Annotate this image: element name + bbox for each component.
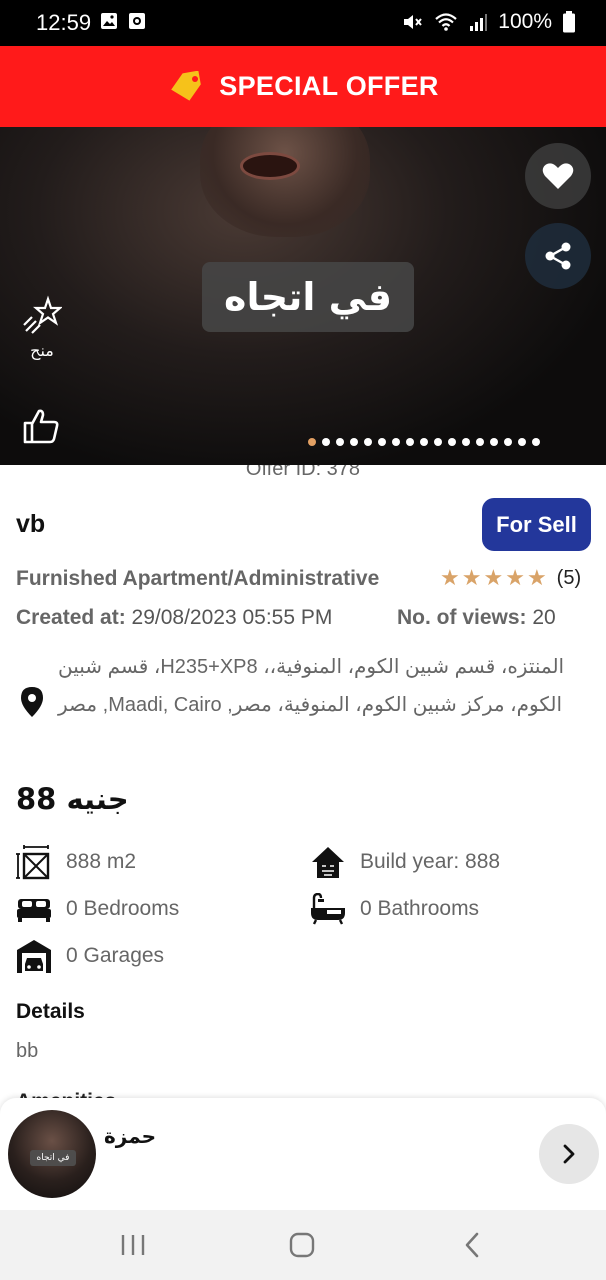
- video-frame-mouth: [240, 152, 300, 180]
- carousel-dot[interactable]: [350, 438, 358, 446]
- signal-icon: [470, 14, 488, 31]
- carousel-dot[interactable]: [490, 438, 498, 446]
- bathrooms-value: 0 Bathrooms: [360, 897, 480, 920]
- for-sell-badge[interactable]: For Sell: [482, 498, 591, 551]
- created-at: Created at: 29/08/2023 05:55 PM: [16, 606, 332, 630]
- home-icon: [289, 1232, 315, 1258]
- feature-area: 888 m2: [16, 844, 136, 880]
- status-bar: 12:59 100%: [0, 0, 606, 46]
- grant-button[interactable]: منح: [22, 295, 62, 360]
- heart-icon: [542, 163, 574, 189]
- feature-bedrooms: 0 Bedrooms: [16, 891, 179, 927]
- carousel-dot[interactable]: [322, 438, 330, 446]
- created-label: Created at:: [16, 606, 126, 629]
- views-value: 20: [532, 606, 556, 629]
- battery-icon: [563, 11, 575, 33]
- star-icon: ★: [483, 565, 504, 590]
- carousel-dots[interactable]: [308, 438, 540, 446]
- grant-label: منح: [30, 341, 54, 360]
- thumbs-up-icon: [23, 409, 59, 444]
- feature-build-year: Build year: 888: [310, 844, 500, 880]
- home-button[interactable]: [282, 1228, 322, 1262]
- wifi-icon: [435, 13, 458, 31]
- tag-icon: [171, 70, 202, 101]
- created-value: 29/08/2023 05:55 PM: [131, 606, 333, 629]
- avatar-caption: في اتجاه: [30, 1150, 76, 1166]
- owner-name: حمزة: [104, 1124, 157, 1148]
- like-button[interactable]: [22, 407, 60, 445]
- garages-value: 0 Garages: [66, 944, 165, 967]
- offer-id-text: Offer ID: 378: [245, 465, 361, 480]
- location-pin-icon: [21, 687, 43, 717]
- area-icon: [16, 844, 52, 880]
- system-nav-bar: [0, 1210, 606, 1280]
- camera-icon: [129, 13, 145, 29]
- share-button[interactable]: [525, 223, 591, 289]
- carousel-dot[interactable]: [448, 438, 456, 446]
- build-year-value: Build year: 888: [360, 850, 501, 873]
- star-icon: ★: [526, 565, 547, 590]
- status-right: 100%: [402, 10, 576, 34]
- carousel-dot[interactable]: [308, 438, 316, 446]
- owner-card[interactable]: في اتجاه حمزة: [0, 1098, 606, 1210]
- details-heading: Details: [16, 1000, 85, 1023]
- area-value: 888 m2: [66, 850, 137, 873]
- mute-icon: [404, 15, 423, 29]
- offer-title: vb: [16, 510, 46, 538]
- carousel-dot[interactable]: [336, 438, 344, 446]
- feature-garages: 0 Garages: [16, 938, 164, 974]
- media-carousel[interactable]: في اتجاه منح: [0, 127, 606, 465]
- details-text: bb: [16, 1040, 39, 1062]
- address-text: المنتزه، قسم شبين الكوم، المنوفية،، H235…: [58, 656, 565, 716]
- carousel-dot[interactable]: [364, 438, 372, 446]
- gallery-icon: [101, 13, 117, 29]
- favorite-button[interactable]: [525, 143, 591, 209]
- star-icon: ★: [440, 565, 460, 590]
- back-icon: [465, 1232, 479, 1258]
- recents-button[interactable]: [113, 1228, 153, 1262]
- offer-id: Offer ID: 378: [0, 465, 606, 487]
- special-offer-banner: SPECIAL OFFER: [0, 46, 606, 127]
- offer-category: Furnished Apartment/Administrative: [16, 567, 380, 590]
- carousel-dot[interactable]: [434, 438, 442, 446]
- carousel-dot[interactable]: [462, 438, 470, 446]
- views-count: No. of views: 20: [397, 606, 556, 630]
- bathtub-icon: [310, 891, 346, 927]
- carousel-dot[interactable]: [406, 438, 414, 446]
- bedrooms-value: 0 Bedrooms: [66, 897, 180, 920]
- special-offer-label: SPECIAL OFFER: [219, 71, 439, 101]
- carousel-dot[interactable]: [504, 438, 512, 446]
- star-icon: ★: [461, 565, 482, 590]
- carousel-dot[interactable]: [392, 438, 400, 446]
- video-caption-text: في اتجاه: [224, 275, 392, 319]
- price: 88 جنيه: [16, 782, 129, 816]
- garage-icon: [16, 938, 52, 974]
- video-frame-face: [200, 127, 370, 237]
- open-owner-button[interactable]: [539, 1124, 599, 1184]
- bed-icon: [16, 891, 52, 927]
- carousel-dot[interactable]: [378, 438, 386, 446]
- rating[interactable]: ★ ★ ★ ★ ★ (5): [440, 566, 581, 590]
- recents-icon: [121, 1235, 145, 1255]
- feature-bathrooms: 0 Bathrooms: [310, 891, 479, 927]
- star-icon: ★: [505, 565, 525, 590]
- back-button[interactable]: [452, 1228, 492, 1262]
- views-label: No. of views:: [397, 606, 527, 629]
- chevron-right-icon: [563, 1144, 575, 1164]
- carousel-dot[interactable]: [532, 438, 540, 446]
- avatar[interactable]: في اتجاه: [8, 1110, 96, 1198]
- carousel-dot[interactable]: [518, 438, 526, 446]
- shooting-star-icon: [23, 295, 62, 334]
- battery-percent: 100%: [498, 10, 552, 33]
- house-icon: [310, 844, 346, 880]
- share-icon: [545, 242, 571, 270]
- carousel-dot[interactable]: [476, 438, 484, 446]
- status-time: 12:59: [36, 10, 92, 35]
- video-caption: في اتجاه: [202, 262, 414, 332]
- rating-count: (5): [556, 566, 582, 589]
- carousel-dot[interactable]: [420, 438, 428, 446]
